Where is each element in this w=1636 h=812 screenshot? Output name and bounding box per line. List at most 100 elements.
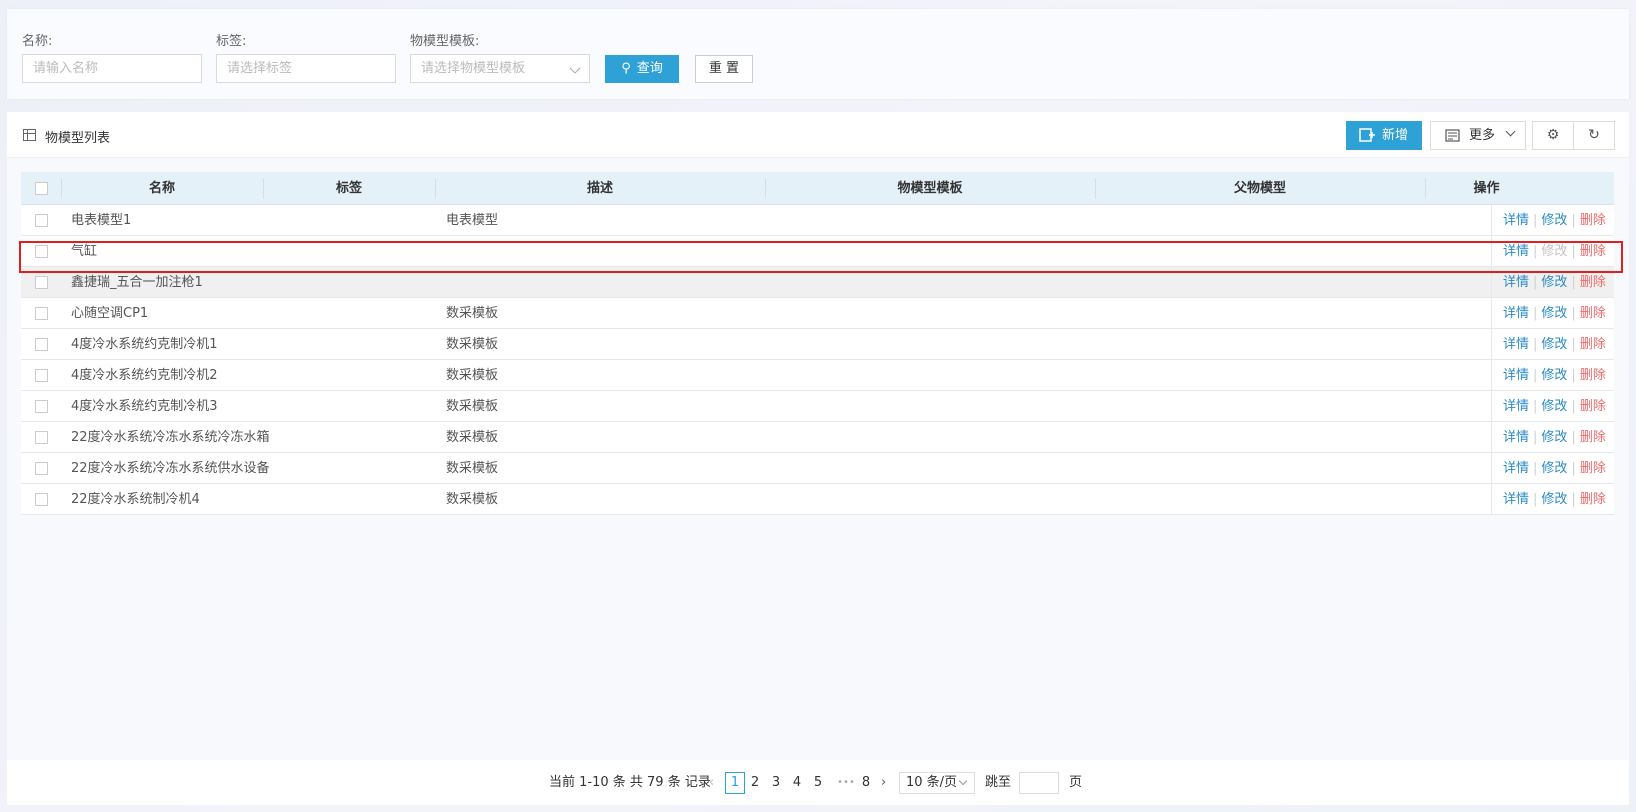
page-8[interactable]: 8 <box>857 772 875 794</box>
edit-link[interactable]: 修改 <box>1541 399 1567 414</box>
row-actions: 详情 | 修改 | 删除 <box>1491 360 1614 391</box>
settings-button[interactable]: ⚙ <box>1532 121 1574 150</box>
separator: | <box>1571 306 1576 321</box>
row-checkbox[interactable] <box>35 245 48 258</box>
row-checkbox[interactable] <box>35 276 48 289</box>
header-actions: 操作 <box>1473 181 1500 196</box>
more-button[interactable]: 更多 <box>1430 121 1526 150</box>
edit-link[interactable]: 修改 <box>1541 368 1567 383</box>
refresh-button[interactable]: ↻ <box>1573 121 1615 150</box>
jump-page-input[interactable] <box>1019 772 1059 794</box>
delete-link[interactable]: 删除 <box>1580 306 1606 321</box>
table-row[interactable]: 22度冷水系统制冷机4 数采模板 详情 | 修改 | 删除 <box>21 484 1614 515</box>
list-title: 物模型列表 <box>45 131 111 146</box>
page-3[interactable]: 3 <box>767 772 785 794</box>
select-all-checkbox[interactable] <box>35 182 48 195</box>
detail-link[interactable]: 详情 <box>1503 213 1529 228</box>
table-row[interactable]: 22度冷水系统冷冻水系统冷冻水箱 数采模板 详情 | 修改 | 删除 <box>21 422 1614 453</box>
header-template[interactable]: 物模型模板 <box>765 172 1095 205</box>
row-checkbox[interactable] <box>35 307 48 320</box>
page-size-select[interactable]: 10 条/页 <box>899 772 975 794</box>
cell-name: 4度冷水系统约克制冷机1 <box>71 337 218 352</box>
page-ellipsis[interactable]: ••• <box>834 772 858 794</box>
table-row[interactable]: 4度冷水系统约克制冷机3 数采模板 详情 | 修改 | 删除 <box>21 391 1614 422</box>
detail-link[interactable]: 详情 <box>1503 368 1529 383</box>
row-checkbox[interactable] <box>35 214 48 227</box>
page-5[interactable]: 5 <box>809 772 827 794</box>
header-name[interactable]: 名称 <box>61 172 263 205</box>
delete-link[interactable]: 删除 <box>1580 337 1606 352</box>
cell-name: 22度冷水系统冷冻水系统冷冻水箱 <box>71 430 270 445</box>
tag-select[interactable]: 请选择标签 <box>216 54 396 83</box>
delete-link[interactable]: 删除 <box>1580 461 1606 476</box>
row-checkbox[interactable] <box>35 400 48 413</box>
delete-link[interactable]: 删除 <box>1580 399 1606 414</box>
table-icon <box>23 129 36 141</box>
cell-name: 4度冷水系统约克制冷机3 <box>71 399 218 414</box>
delete-link[interactable]: 删除 <box>1580 430 1606 445</box>
delete-link[interactable]: 删除 <box>1580 275 1606 290</box>
header-desc[interactable]: 描述 <box>435 172 765 205</box>
row-actions: 详情 | 修改 | 删除 <box>1491 453 1614 484</box>
row-actions: 详情 | 修改 | 删除 <box>1491 484 1614 515</box>
detail-link[interactable]: 详情 <box>1503 306 1529 321</box>
edit-link[interactable]: 修改 <box>1541 337 1567 352</box>
detail-link[interactable]: 详情 <box>1503 430 1529 445</box>
edit-link[interactable]: 修改 <box>1541 461 1567 476</box>
edit-link[interactable]: 修改 <box>1541 306 1567 321</box>
table-row[interactable]: 22度冷水系统冷冻水系统供水设备 数采模板 详情 | 修改 | 删除 <box>21 453 1614 484</box>
more-button-label: 更多 <box>1469 128 1496 143</box>
row-checkbox[interactable] <box>35 338 48 351</box>
cell-desc: 电表模型 <box>446 213 499 228</box>
next-page-icon[interactable]: › <box>881 772 886 794</box>
table-row[interactable]: 心随空调CP1 数采模板 详情 | 修改 | 删除 <box>21 298 1614 329</box>
header-parent[interactable]: 父物模型 <box>1095 172 1425 205</box>
detail-link[interactable]: 详情 <box>1503 461 1529 476</box>
page-4[interactable]: 4 <box>788 772 806 794</box>
delete-link[interactable]: 删除 <box>1580 244 1606 259</box>
query-button-label: 查询 <box>636 61 663 76</box>
detail-link[interactable]: 详情 <box>1503 275 1529 290</box>
detail-link[interactable]: 详情 <box>1503 337 1529 352</box>
table-row[interactable]: 电表模型1 电表模型 详情 | 修改 | 删除 <box>21 205 1614 236</box>
row-checkbox[interactable] <box>35 431 48 444</box>
row-checkbox[interactable] <box>35 493 48 506</box>
header-tag[interactable]: 标签 <box>263 172 435 205</box>
detail-link[interactable]: 详情 <box>1503 244 1529 259</box>
page-2[interactable]: 2 <box>746 772 764 794</box>
edit-link[interactable]: 修改 <box>1541 213 1567 228</box>
cell-name: 气缸 <box>71 244 98 259</box>
template-label: 物模型模板: <box>410 34 480 49</box>
template-select[interactable]: 请选择物模型模板 <box>410 54 590 83</box>
edit-link[interactable]: 修改 <box>1541 430 1567 445</box>
data-table: 名称 标签 描述 物模型模板 父物模型 操作 电表模型1 电表模型 详情 | 修改 | 删除… <box>21 172 1614 515</box>
table-row[interactable]: 4度冷水系统约克制冷机1 数采模板 详情 | 修改 | 删除 <box>21 329 1614 360</box>
edit-link[interactable]: 修改 <box>1541 492 1567 507</box>
table-row[interactable]: 4度冷水系统约克制冷机2 数采模板 详情 | 修改 | 删除 <box>21 360 1614 391</box>
name-input[interactable]: 请输入名称 <box>22 54 202 83</box>
delete-link[interactable]: 删除 <box>1580 368 1606 383</box>
cell-desc: 数采模板 <box>446 306 499 321</box>
table-row[interactable]: 气缸 详情 | 修改 | 删除 <box>21 236 1614 267</box>
add-button[interactable]: 新增 <box>1346 121 1422 150</box>
edit-link[interactable]: 修改 <box>1541 244 1567 259</box>
table-header: 名称 标签 描述 物模型模板 父物模型 操作 <box>21 172 1614 205</box>
separator: | <box>1571 213 1576 228</box>
table-row[interactable]: 鑫捷瑞_五合一加注枪1 详情 | 修改 | 删除 <box>21 267 1614 298</box>
row-checkbox[interactable] <box>35 369 48 382</box>
query-button[interactable]: ⚲ 查询 <box>605 55 679 83</box>
detail-link[interactable]: 详情 <box>1503 399 1529 414</box>
search-panel: 名称: 请输入名称 标签: 请选择标签 物模型模板: 请选择物模型模板 ⚲ 查询 … <box>7 9 1629 99</box>
page-1[interactable]: 1 <box>725 772 745 794</box>
prev-page-icon[interactable]: ‹ <box>709 772 714 794</box>
reset-button[interactable]: 重 置 <box>695 55 753 83</box>
jump-label: 跳至 <box>985 775 1012 790</box>
row-checkbox[interactable] <box>35 462 48 475</box>
edit-link[interactable]: 修改 <box>1541 275 1567 290</box>
page-size-value: 10 条/页 <box>906 775 958 790</box>
cell-desc: 数采模板 <box>446 337 499 352</box>
delete-link[interactable]: 删除 <box>1580 213 1606 228</box>
add-button-label: 新增 <box>1382 128 1409 143</box>
delete-link[interactable]: 删除 <box>1580 492 1606 507</box>
detail-link[interactable]: 详情 <box>1503 492 1529 507</box>
